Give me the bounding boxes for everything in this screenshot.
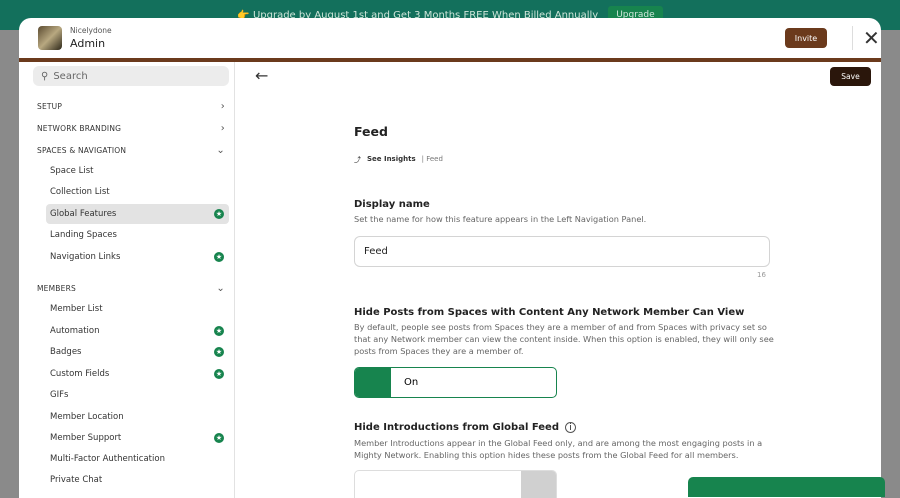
item-label: Navigation Links bbox=[50, 252, 121, 262]
close-icon[interactable]: ✕ bbox=[852, 26, 880, 50]
search-input[interactable]: ⚲ Search bbox=[33, 66, 229, 86]
star-badge-icon: ★ bbox=[214, 369, 224, 379]
sidebar-section-members[interactable]: MEMBERS ⌄ bbox=[37, 278, 229, 298]
star-badge-icon: ★ bbox=[214, 347, 224, 357]
network-avatar bbox=[38, 26, 62, 50]
sidebar-item-global-features[interactable]: Global Features ★ bbox=[46, 204, 229, 224]
sidebar-section-spaces-navigation[interactable]: SPACES & NAVIGATION ⌄ bbox=[37, 140, 229, 160]
back-arrow-icon[interactable]: ← bbox=[255, 66, 268, 85]
sidebar-item-navigation-links[interactable]: Navigation Links ★ bbox=[46, 247, 229, 267]
insights-feed: | Feed bbox=[421, 155, 443, 163]
item-label: GIFs bbox=[50, 390, 69, 400]
sidebar-item-space-list[interactable]: Space List bbox=[46, 161, 229, 181]
section-label: SETUP bbox=[37, 101, 63, 111]
item-label: Custom Fields bbox=[50, 369, 110, 379]
sidebar-section-setup[interactable]: SETUP › bbox=[37, 96, 229, 116]
sidebar-item-badges[interactable]: Badges ★ bbox=[46, 342, 229, 362]
section-label: NETWORK BRANDING bbox=[37, 123, 122, 133]
trend-icon: ⤴ bbox=[354, 156, 361, 164]
hide-posts-label: Hide Posts from Spaces with Content Any … bbox=[354, 307, 745, 318]
search-placeholder: Search bbox=[53, 70, 88, 82]
item-label: Landing Spaces bbox=[50, 230, 117, 240]
sidebar-item-custom-fields[interactable]: Custom Fields ★ bbox=[46, 364, 229, 384]
chevron-right-icon: › bbox=[220, 100, 225, 112]
star-badge-icon: ★ bbox=[214, 433, 224, 443]
display-name-label: Display name bbox=[354, 199, 430, 210]
item-label: Automation bbox=[50, 326, 100, 336]
input-value: Feed bbox=[364, 246, 388, 257]
hide-posts-toggle[interactable]: On bbox=[354, 367, 557, 398]
sidebar-item-landing-spaces[interactable]: Landing Spaces bbox=[46, 225, 229, 245]
display-name-desc: Set the name for how this feature appear… bbox=[354, 214, 647, 224]
sidebar-item-private-chat[interactable]: Private Chat bbox=[46, 470, 229, 490]
page-title: Feed bbox=[354, 124, 388, 139]
char-count: 16 bbox=[757, 271, 766, 279]
item-label: Multi-Factor Authentication bbox=[50, 454, 165, 464]
hide-intros-desc: Member Introductions appear in the Globa… bbox=[354, 438, 763, 460]
sidebar-item-automation[interactable]: Automation ★ bbox=[46, 321, 229, 341]
sidebar-item-collection-list[interactable]: Collection List bbox=[46, 182, 229, 202]
chevron-down-icon: ⌄ bbox=[216, 282, 225, 294]
item-label: Member Support bbox=[50, 433, 122, 443]
section-label: SPACES & NAVIGATION bbox=[37, 145, 127, 155]
network-name: Nicelydone bbox=[70, 26, 112, 35]
star-badge-icon: ★ bbox=[214, 209, 224, 219]
sidebar-item-mfa[interactable]: Multi-Factor Authentication bbox=[46, 449, 229, 469]
item-label: Space List bbox=[50, 166, 94, 176]
display-name-input[interactable]: Feed bbox=[354, 236, 770, 267]
sidebar-item-member-support[interactable]: Member Support ★ bbox=[46, 428, 229, 448]
star-badge-icon: ★ bbox=[214, 326, 224, 336]
search-icon: ⚲ bbox=[41, 70, 49, 82]
sidebar-item-member-list[interactable]: Member List bbox=[46, 299, 229, 319]
hide-intros-toggle[interactable] bbox=[354, 470, 557, 498]
chevron-down-icon: ⌄ bbox=[216, 144, 225, 156]
see-insights-link[interactable]: ⤴ See Insights | Feed bbox=[354, 155, 443, 165]
hide-posts-desc: By default, people see posts from Spaces… bbox=[354, 322, 774, 356]
chevron-right-icon: › bbox=[220, 122, 225, 134]
toggle-state: On bbox=[404, 377, 419, 388]
floating-green-button[interactable] bbox=[688, 477, 885, 497]
star-badge-icon: ★ bbox=[214, 252, 224, 262]
sidebar-item-gifs[interactable]: GIFs bbox=[46, 385, 229, 405]
item-label: Collection List bbox=[50, 187, 110, 197]
admin-modal: Nicelydone Admin Invite ✕ ⚲ Search SETUP… bbox=[19, 18, 881, 498]
item-label: Global Features bbox=[50, 209, 117, 219]
section-label: MEMBERS bbox=[37, 283, 76, 293]
hide-intros-heading: Hide Introductions from Global Feed i bbox=[354, 422, 576, 433]
sidebar-item-member-location[interactable]: Member Location bbox=[46, 407, 229, 427]
info-icon[interactable]: i bbox=[565, 422, 576, 433]
sidebar: ⚲ Search SETUP › NETWORK BRANDING › SPACES… bbox=[19, 62, 235, 498]
item-label: Member List bbox=[50, 304, 103, 314]
modal-header: Nicelydone Admin Invite ✕ bbox=[19, 18, 881, 62]
hide-intros-label: Hide Introductions from Global Feed bbox=[354, 422, 559, 433]
save-button[interactable]: Save bbox=[830, 67, 871, 86]
modal-title: Admin bbox=[70, 37, 106, 50]
sidebar-section-network-branding[interactable]: NETWORK BRANDING › bbox=[37, 118, 229, 138]
insights-label: See Insights bbox=[367, 155, 416, 163]
invite-button[interactable]: Invite bbox=[785, 28, 827, 48]
item-label: Member Location bbox=[50, 412, 124, 422]
item-label: Badges bbox=[50, 347, 82, 357]
